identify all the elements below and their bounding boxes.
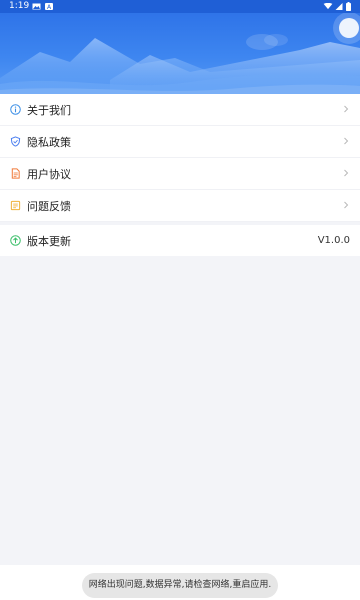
chevron-right-icon: [344, 169, 349, 177]
settings-menu: 关于我们 隐私政策 用户协议 问题反馈 版本更新 V1.0.0: [0, 94, 360, 256]
chevron-right-icon: [344, 201, 349, 209]
header-banner: [0, 0, 360, 96]
menu-item-privacy-policy[interactable]: 隐私政策: [0, 126, 360, 158]
wifi-icon: [323, 3, 333, 10]
chevron-right-icon: [344, 105, 349, 113]
signal-icon: [335, 3, 343, 10]
chevron-right-icon: [344, 137, 349, 145]
status-bar: 1:19 A: [0, 0, 360, 13]
image-icon: [32, 3, 41, 10]
battery-icon: [346, 2, 351, 11]
menu-item-label: 版本更新: [27, 234, 71, 248]
menu-item-version-update[interactable]: 版本更新 V1.0.0: [0, 225, 360, 256]
menu-item-user-agreement[interactable]: 用户协议: [0, 158, 360, 190]
version-number: V1.0.0: [317, 235, 350, 246]
feedback-icon: [10, 200, 21, 211]
menu-item-label: 问题反馈: [27, 199, 71, 213]
shield-icon: [10, 136, 21, 147]
upload-icon: [10, 235, 21, 246]
menu-item-label: 关于我们: [27, 103, 71, 117]
menu-item-about-us[interactable]: 关于我们: [0, 94, 360, 126]
document-icon: [11, 168, 20, 179]
info-icon: [10, 104, 21, 115]
menu-item-label: 隐私政策: [27, 135, 71, 149]
menu-item-feedback[interactable]: 问题反馈: [0, 190, 360, 222]
error-toast: 网络出现问题,数据异常,请检查网络,重启应用.: [82, 573, 278, 598]
notification-a-icon: A: [45, 3, 53, 10]
banner-illustration: [0, 12, 360, 96]
screen: 1:19 A 关于我们 隐私政策 用户协议 问题反馈 版本更新 V1.0.0 网…: [0, 0, 360, 600]
status-time: 1:19: [9, 1, 30, 11]
menu-item-label: 用户协议: [27, 167, 71, 181]
